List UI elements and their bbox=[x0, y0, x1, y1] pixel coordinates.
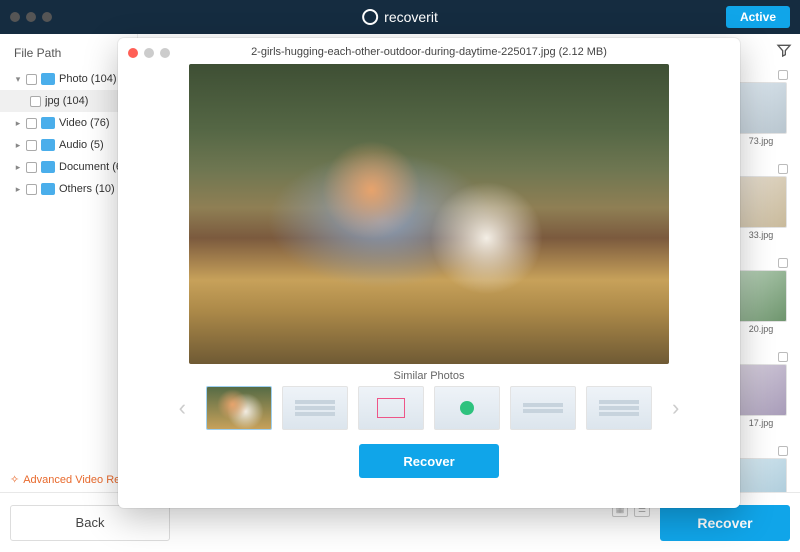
back-button[interactable]: Back bbox=[10, 505, 170, 541]
checkbox[interactable] bbox=[26, 184, 37, 195]
titlebar: recoverit Active bbox=[0, 0, 800, 34]
window-controls bbox=[10, 12, 52, 22]
similar-photos-label: Similar Photos bbox=[118, 364, 740, 386]
checkbox[interactable] bbox=[778, 258, 788, 268]
thumbnail-cell[interactable]: 17.jpg bbox=[732, 352, 790, 428]
thumbnail-label: 33.jpg bbox=[749, 230, 774, 240]
checkbox[interactable] bbox=[26, 118, 37, 129]
caret-right-icon[interactable]: ▸ bbox=[14, 118, 22, 129]
close-icon[interactable] bbox=[10, 12, 20, 22]
close-icon[interactable] bbox=[128, 48, 138, 58]
advanced-video-link[interactable]: ✧ Advanced Video Rec bbox=[10, 473, 126, 486]
caret-down-icon[interactable]: ▾ bbox=[14, 74, 22, 85]
sidebar-item-label: Others (10) bbox=[59, 183, 115, 195]
sidebar-item-photo[interactable]: ▾ Photo (104) bbox=[0, 68, 137, 90]
preview-modal: 2-girls-hugging-each-other-outdoor-durin… bbox=[118, 38, 740, 508]
sidebar-item-label: Document (6) bbox=[59, 161, 126, 173]
photo-icon bbox=[41, 73, 55, 85]
checkbox[interactable] bbox=[778, 446, 788, 456]
chevron-left-icon[interactable]: ‹ bbox=[169, 395, 196, 421]
document-icon bbox=[41, 161, 55, 173]
thumbnail-cell[interactable]: 73.jpg bbox=[732, 70, 790, 146]
app-logo-icon bbox=[362, 9, 378, 25]
sidebar-item-jpg[interactable]: jpg (104) bbox=[0, 90, 137, 112]
checkbox[interactable] bbox=[778, 70, 788, 80]
content-toolbar bbox=[776, 42, 792, 58]
similar-thumb[interactable] bbox=[206, 386, 272, 430]
zoom-icon[interactable] bbox=[42, 12, 52, 22]
thumbnail-image[interactable] bbox=[735, 364, 787, 416]
sparkle-icon: ✧ bbox=[10, 473, 19, 486]
sidebar-title: File Path bbox=[0, 40, 137, 68]
minimize-icon[interactable] bbox=[144, 48, 154, 58]
thumbnail-cell[interactable]: 33.jpg bbox=[732, 164, 790, 240]
preview-recover-button[interactable]: Recover bbox=[359, 444, 499, 478]
sidebar-item-label: Photo (104) bbox=[59, 73, 116, 85]
similar-thumb[interactable] bbox=[282, 386, 348, 430]
chevron-right-icon[interactable]: › bbox=[662, 395, 689, 421]
similar-thumb[interactable] bbox=[510, 386, 576, 430]
caret-right-icon[interactable]: ▸ bbox=[14, 140, 22, 151]
thumbnail-label: 73.jpg bbox=[749, 136, 774, 146]
sidebar-item-label: Audio (5) bbox=[59, 139, 104, 151]
similar-thumb[interactable] bbox=[434, 386, 500, 430]
checkbox[interactable] bbox=[778, 352, 788, 362]
audio-icon bbox=[41, 139, 55, 151]
similar-thumb[interactable] bbox=[358, 386, 424, 430]
caret-right-icon[interactable]: ▸ bbox=[14, 162, 22, 173]
zoom-icon[interactable] bbox=[160, 48, 170, 58]
thumbnail-image[interactable] bbox=[735, 176, 787, 228]
sidebar-item-document[interactable]: ▸ Document (6) bbox=[0, 156, 137, 178]
thumbnail-column: 73.jpg 33.jpg 20.jpg 17.jpg ry.jpg bbox=[732, 70, 790, 522]
thumbnail-label: 17.jpg bbox=[749, 418, 774, 428]
checkbox[interactable] bbox=[778, 164, 788, 174]
file-tree: ▾ Photo (104) jpg (104) ▸ Video (76) ▸ A… bbox=[0, 68, 137, 200]
similar-thumb[interactable] bbox=[586, 386, 652, 430]
sidebar-item-audio[interactable]: ▸ Audio (5) bbox=[0, 134, 137, 156]
advanced-video-label: Advanced Video Rec bbox=[23, 474, 126, 486]
checkbox[interactable] bbox=[26, 74, 37, 85]
video-icon bbox=[41, 117, 55, 129]
sidebar-item-label: Video (76) bbox=[59, 117, 110, 129]
sidebar-item-video[interactable]: ▸ Video (76) bbox=[0, 112, 137, 134]
similar-strip: ‹ › bbox=[118, 386, 740, 430]
sidebar-item-others[interactable]: ▸ Others (10) bbox=[0, 178, 137, 200]
sidebar-item-label: jpg (104) bbox=[45, 95, 88, 107]
minimize-icon[interactable] bbox=[26, 12, 36, 22]
app-brand: recoverit bbox=[362, 9, 438, 25]
thumbnail-label: 20.jpg bbox=[749, 324, 774, 334]
thumbnail-cell[interactable]: 20.jpg bbox=[732, 258, 790, 334]
thumbnail-image[interactable] bbox=[735, 270, 787, 322]
preview-image bbox=[189, 64, 669, 364]
preview-filename: 2-girls-hugging-each-other-outdoor-durin… bbox=[118, 38, 740, 64]
checkbox[interactable] bbox=[26, 162, 37, 173]
recover-button[interactable]: Recover bbox=[660, 505, 790, 541]
modal-window-controls bbox=[128, 48, 170, 58]
filter-icon[interactable] bbox=[776, 42, 792, 58]
thumbnail-image[interactable] bbox=[735, 82, 787, 134]
caret-right-icon[interactable]: ▸ bbox=[14, 184, 22, 195]
active-button[interactable]: Active bbox=[726, 6, 790, 28]
checkbox[interactable] bbox=[26, 140, 37, 151]
checkbox[interactable] bbox=[30, 96, 41, 107]
app-brand-label: recoverit bbox=[384, 9, 438, 25]
others-icon bbox=[41, 183, 55, 195]
